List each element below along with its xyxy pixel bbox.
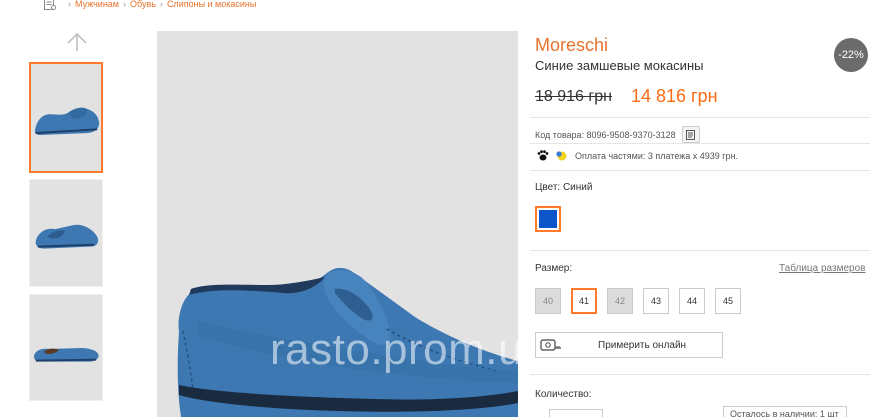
color-swatch-fill: [539, 210, 557, 228]
measuring-tape-icon: [540, 339, 561, 351]
stock-status: Осталось в наличии: 1 шт: [723, 406, 847, 417]
size-table-link[interactable]: Таблица размеров: [779, 263, 865, 274]
size-option-45[interactable]: 45: [715, 288, 741, 314]
discount-badge: -22%: [834, 38, 868, 72]
shoe-main-image: [177, 268, 518, 417]
installment-row: Оплата частями: 3 платежа х 4939 грн.: [537, 150, 738, 161]
divider: [530, 117, 870, 118]
chick-icon: [556, 151, 567, 161]
paw-icon: [537, 150, 549, 161]
size-options: 40 41 42 43 44 45: [535, 288, 751, 314]
quantity-input[interactable]: [549, 409, 603, 417]
try-on-label: Примерить онлайн: [598, 339, 687, 351]
color-label: Цвет: Синий: [535, 182, 593, 193]
shoe-thumbnail-image: [33, 347, 99, 362]
divider: [530, 170, 870, 171]
new-price: 14 816 грн: [631, 86, 718, 106]
breadcrumb-link-men[interactable]: Мужчинам: [75, 0, 119, 9]
breadcrumb-link-shoes[interactable]: Обувь: [130, 0, 156, 9]
sku-row: Код товара: 8096-9508-9370-3128: [535, 126, 700, 143]
breadcrumb-link-slipons[interactable]: Слипоны и мокасины: [167, 0, 256, 9]
thumbnail-2[interactable]: [29, 179, 103, 287]
size-option-43[interactable]: 43: [643, 288, 669, 314]
shoe-thumbnail-image: [35, 224, 99, 249]
size-option-44[interactable]: 44: [679, 288, 705, 314]
chevron-right-icon: ›: [68, 0, 71, 9]
size-option-41[interactable]: 41: [571, 288, 597, 314]
divider: [530, 374, 870, 375]
catalog-icon[interactable]: [44, 0, 56, 10]
thumbnail-1[interactable]: [29, 62, 103, 173]
size-label: Размер:: [535, 263, 573, 274]
sku-text: Код товара: 8096-9508-9370-3128: [535, 129, 676, 140]
try-on-button[interactable]: Примерить онлайн: [535, 332, 723, 358]
size-option-40[interactable]: 40: [535, 288, 561, 314]
copy-icon: [686, 129, 696, 140]
quantity-label: Количество:: [535, 389, 592, 400]
product-name: Синие замшевые мокасины: [535, 58, 704, 73]
old-price: 18 916 грн: [535, 88, 612, 105]
thumbnail-3[interactable]: [29, 294, 103, 401]
chevron-right-icon: ›: [159, 0, 163, 9]
breadcrumb: › Мужчинам › Обувь › Слипоны и мокасины: [44, 0, 256, 11]
arrow-up-icon[interactable]: [66, 31, 88, 53]
copy-sku-button[interactable]: [681, 126, 700, 143]
size-option-42[interactable]: 42: [607, 288, 633, 314]
chevron-right-icon: ›: [123, 0, 126, 9]
main-product-image[interactable]: [157, 31, 518, 417]
installment-text: Оплата частями: 3 платежа х 4939 грн.: [575, 150, 739, 161]
divider: [530, 250, 870, 251]
brand-link[interactable]: Moreschi: [535, 35, 608, 56]
color-swatch-blue[interactable]: [535, 206, 561, 232]
divider: [530, 143, 870, 144]
shoe-thumbnail-image: [34, 107, 100, 135]
